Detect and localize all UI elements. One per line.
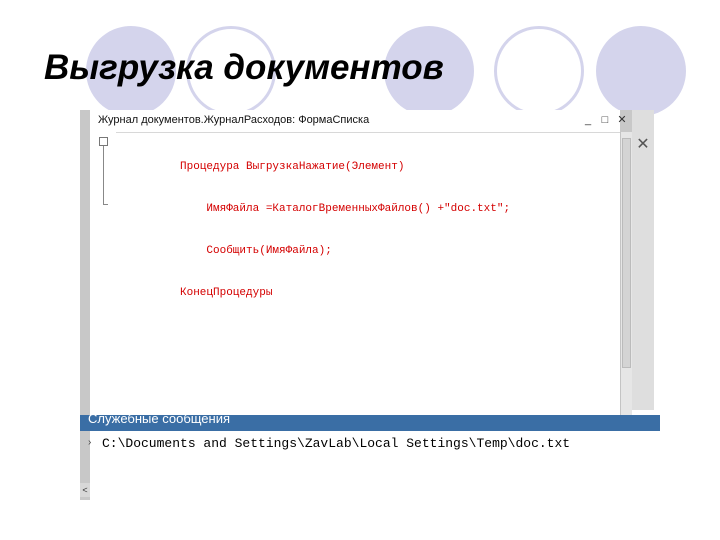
fold-end-mark bbox=[103, 204, 108, 205]
code-line: Сообщить(ИмяФайла); bbox=[180, 245, 332, 257]
collapse-toggle-icon[interactable] bbox=[99, 137, 108, 146]
code-editor[interactable]: Процедура ВыгрузкаНажатие(Элемент) ИмяФа… bbox=[180, 132, 610, 328]
window-titlebar[interactable]: Журнал документов.ЖурналРасходов: ФормаС… bbox=[90, 110, 627, 133]
scrollbar-thumb[interactable] bbox=[622, 138, 631, 368]
code-line: Процедура ВыгрузкаНажатие(Элемент) bbox=[180, 161, 405, 173]
side-panel bbox=[632, 110, 654, 410]
messages-panel: < › C:\Documents and Settings\ZavLab\Loc… bbox=[80, 431, 660, 500]
minimize-icon[interactable]: _ bbox=[580, 112, 596, 128]
code-gutter bbox=[90, 132, 116, 418]
slide-title: Выгрузка документов bbox=[44, 48, 444, 87]
code-line: ИмяФайла =КаталогВременныхФайлов() +"doc… bbox=[180, 203, 511, 215]
messages-header-label: Служебные сообщения bbox=[88, 415, 231, 426]
message-text[interactable]: C:\Documents and Settings\ZavLab\Local S… bbox=[102, 436, 570, 451]
side-panel-close-icon[interactable]: ✕ bbox=[634, 136, 652, 154]
maximize-icon[interactable]: □ bbox=[597, 112, 613, 128]
close-icon[interactable]: ✕ bbox=[614, 112, 630, 128]
decor-circle bbox=[494, 26, 584, 116]
code-line: КонецПроцедуры bbox=[180, 287, 273, 299]
messages-header: Служебные сообщения bbox=[80, 415, 660, 431]
decor-circle bbox=[596, 26, 686, 116]
scroll-left-icon[interactable]: < bbox=[80, 483, 90, 497]
window-title: Журнал документов.ЖурналРасходов: ФормаС… bbox=[98, 114, 370, 126]
fold-line bbox=[103, 146, 104, 204]
vertical-scrollbar[interactable] bbox=[620, 132, 632, 418]
message-marker-icon: › bbox=[88, 437, 92, 448]
